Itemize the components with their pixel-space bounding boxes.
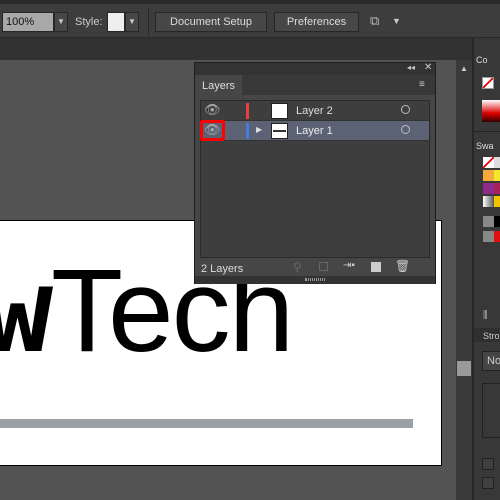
clipping-mask-icon[interactable] (319, 262, 328, 271)
swatch-gradient[interactable] (483, 196, 494, 207)
chevron-down-icon[interactable]: ▼ (392, 16, 401, 26)
document-setup-button[interactable]: Document Setup (155, 12, 267, 32)
search-icon[interactable]: ⚲ (293, 260, 302, 274)
style-dropdown[interactable]: ▼ (125, 12, 139, 32)
swatch-yellow[interactable] (494, 170, 500, 181)
swatch-registration[interactable] (494, 157, 500, 168)
swatch-none[interactable] (483, 157, 494, 168)
fill-none-swatch[interactable] (482, 77, 494, 89)
layer-name[interactable]: Layer 2 (296, 105, 333, 117)
control-bar: 100% ▼ Style: ▼ Document Setup Preferenc… (0, 0, 500, 38)
layer-name[interactable]: Layer 1 (296, 125, 333, 137)
new-layer-icon[interactable] (371, 262, 381, 272)
stroke-panel-label[interactable]: Stro (483, 331, 500, 341)
layer-row-selected[interactable]: 👁 ▶ Layer 1 (200, 120, 429, 141)
layer-row[interactable]: 👁 Layer 2 (201, 101, 429, 121)
layer-thumbnail (271, 123, 288, 139)
preferences-button[interactable]: Preferences (274, 12, 359, 32)
scroll-thumb[interactable] (457, 361, 471, 376)
swatches-panel-label[interactable]: Swa (476, 141, 494, 151)
document-tab-strip (0, 38, 472, 60)
highlight-box (200, 120, 225, 141)
layer-thumbnail (271, 103, 288, 119)
trash-icon[interactable]: 🗑 (395, 259, 410, 273)
vertical-scrollbar[interactable]: ▲ (456, 60, 472, 500)
panel-titlebar[interactable]: ◂◂ ✕ (195, 62, 435, 75)
close-icon[interactable]: ✕ (424, 62, 432, 73)
layers-panel: ◂◂ ✕ Layers ≡ 👁 Layer 2 👁 ▶ Layer 1 2 La… (194, 62, 436, 284)
new-sublayer-icon[interactable]: ⇥▪ (343, 260, 355, 271)
stroke-preview (482, 383, 500, 438)
expand-triangle-icon[interactable]: ▶ (256, 125, 262, 134)
stroke-dropdown[interactable]: No (482, 351, 500, 371)
right-panel-dock: Co Swa ⫼ Stro No (472, 38, 500, 500)
collapse-icon[interactable]: ◂◂ (407, 63, 415, 72)
layer-count: 2 Layers (201, 263, 244, 275)
arrange-documents-icon[interactable]: ⧉ (370, 13, 379, 29)
folder-icon[interactable] (483, 216, 494, 227)
checkbox[interactable] (482, 458, 494, 470)
color-spectrum[interactable] (482, 100, 500, 122)
checkbox[interactable] (482, 477, 494, 489)
swatch-libraries-icon[interactable]: ⫼ (483, 310, 488, 321)
layer-color (246, 123, 249, 139)
resize-grip[interactable] (195, 276, 435, 284)
eye-icon[interactable]: 👁 (204, 102, 221, 118)
zoom-dropdown[interactable]: ▼ (54, 12, 68, 32)
swatch-red[interactable] (494, 231, 500, 242)
panel-menu-icon[interactable]: ≡ (419, 79, 425, 90)
tab-layers[interactable]: Layers (195, 75, 242, 96)
target-icon[interactable] (401, 105, 410, 114)
folder-icon[interactable] (483, 231, 494, 242)
target-icon[interactable] (401, 125, 410, 134)
style-label: Style: (75, 16, 103, 28)
swatch-purple[interactable] (483, 183, 494, 194)
swatch-orange[interactable] (483, 170, 494, 181)
divider (148, 8, 149, 36)
artwork-bar (0, 419, 413, 428)
swatch-black[interactable] (494, 216, 500, 227)
style-swatch[interactable] (107, 12, 125, 32)
color-panel-label[interactable]: Co (476, 55, 488, 65)
layers-list: 👁 Layer 2 👁 ▶ Layer 1 (200, 100, 430, 258)
scroll-up-icon[interactable]: ▲ (460, 64, 468, 73)
layer-color (246, 103, 249, 119)
zoom-field[interactable]: 100% (2, 12, 54, 32)
swatch-magenta[interactable] (494, 183, 500, 194)
swatch-gold[interactable] (494, 196, 500, 207)
